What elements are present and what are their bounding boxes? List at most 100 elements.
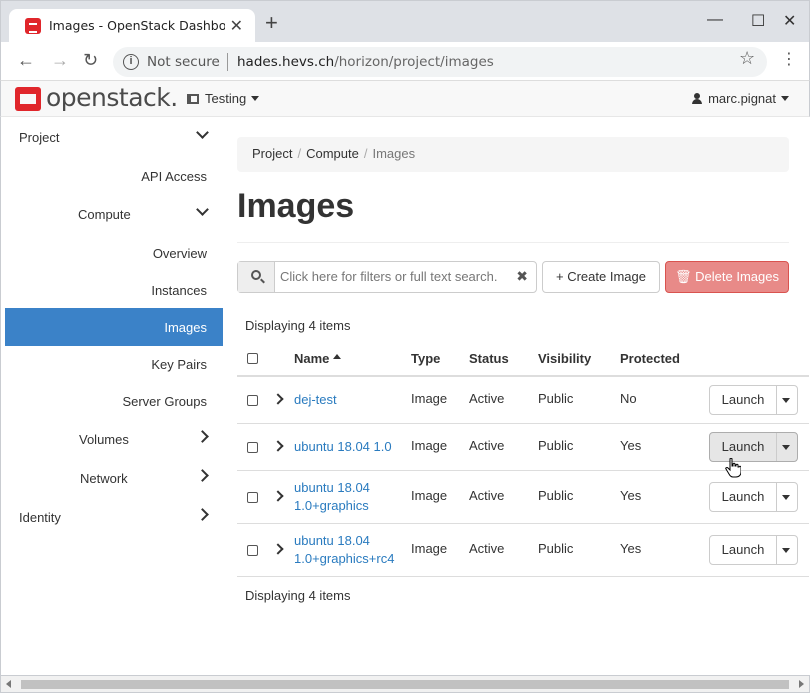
breadcrumb-project[interactable]: Project [252, 146, 292, 161]
caret-down-icon[interactable] [782, 495, 790, 500]
tab-close-icon[interactable]: ✕ [230, 16, 243, 36]
bookmark-star-icon[interactable]: ☆ [739, 48, 755, 69]
image-status: Active [469, 541, 505, 556]
launch-button[interactable]: Launch [710, 536, 777, 564]
item-count: Displaying 4 items [245, 318, 351, 333]
app-header: openstack. Testing marc.pignat [0, 81, 810, 117]
url-host: hades.hevs.ch [237, 54, 335, 70]
sidebar-item-api-access[interactable]: API Access [5, 157, 223, 195]
scroll-right-icon[interactable] [799, 680, 804, 688]
scrollbar-thumb[interactable] [21, 680, 789, 689]
table-row: ubuntu 18.04 1.0 Image Active Public Yes… [237, 424, 809, 471]
maximize-icon[interactable]: ☐ [751, 11, 765, 31]
caret-down-icon[interactable] [782, 548, 790, 553]
image-name-link[interactable]: dej-test [294, 391, 337, 409]
row-checkbox[interactable] [247, 395, 258, 406]
image-type: Image [411, 391, 448, 406]
clear-icon[interactable]: ✖ [516, 268, 528, 285]
search-icon [251, 270, 261, 280]
launch-button[interactable]: Launch [710, 433, 777, 461]
page-title: Images [237, 187, 355, 225]
url-bar[interactable]: i Not secure hades.hevs.ch/horizon/proje… [113, 47, 767, 77]
project-selector[interactable]: Testing [187, 91, 260, 106]
minimize-icon[interactable]: — [707, 11, 723, 29]
sidebar-item-label: Overview [152, 246, 207, 261]
select-all-checkbox[interactable] [247, 353, 258, 364]
search-icon-button[interactable] [238, 262, 275, 292]
sidebar-item-label: Network [80, 471, 128, 486]
user-menu[interactable]: marc.pignat [692, 91, 789, 106]
item-count: Displaying 4 items [245, 588, 351, 603]
launch-button[interactable]: Launch [710, 483, 777, 511]
caret-down-icon[interactable] [782, 398, 790, 403]
expand-row-icon[interactable] [272, 543, 284, 555]
project-name: Testing [205, 91, 247, 106]
row-checkbox[interactable] [247, 545, 258, 556]
sidebar-item-key-pairs[interactable]: Key Pairs [5, 345, 223, 383]
column-header-type[interactable]: Type [411, 351, 440, 366]
caret-down-icon[interactable] [782, 445, 790, 450]
forward-icon[interactable]: → [51, 50, 69, 70]
openstack-logo-text[interactable]: openstack. [46, 83, 178, 112]
chevron-down-icon [196, 203, 209, 216]
launch-button-group: Launch [709, 535, 798, 565]
sidebar-item-overview[interactable]: Overview [5, 234, 223, 272]
breadcrumb-compute[interactable]: Compute [306, 146, 359, 161]
sidebar-item-network[interactable]: Network [5, 459, 223, 497]
sidebar-item-label: Server Groups [122, 394, 207, 409]
sidebar-item-identity[interactable]: Identity [5, 498, 223, 536]
image-type: Image [411, 488, 448, 503]
launch-button-group: Launch [709, 432, 798, 462]
image-type: Image [411, 438, 448, 453]
tab-title: Images - OpenStack Dashboard [49, 18, 225, 33]
url-text: hades.hevs.ch/horizon/project/images [237, 54, 494, 70]
sidebar-item-instances[interactable]: Instances [5, 271, 223, 309]
create-image-button[interactable]: + Create Image [542, 261, 660, 293]
new-tab-button[interactable]: + [265, 12, 278, 34]
sort-ascending-icon [333, 354, 342, 359]
sidebar-item-label: Compute [78, 207, 131, 222]
image-type: Image [411, 541, 448, 556]
image-visibility: Public [538, 541, 574, 556]
user-name: marc.pignat [708, 91, 776, 106]
breadcrumb-separator: / [363, 146, 368, 161]
url-divider [227, 53, 228, 71]
expand-row-icon[interactable] [272, 440, 284, 452]
sidebar: Project API Access Compute Overview Inst… [0, 117, 223, 677]
sidebar-item-server-groups[interactable]: Server Groups [5, 382, 223, 420]
expand-row-icon[interactable] [272, 393, 284, 405]
openstack-logo-icon[interactable] [15, 87, 41, 111]
scroll-left-icon[interactable] [6, 680, 11, 688]
image-visibility: Public [538, 391, 574, 406]
image-visibility: Public [538, 488, 574, 503]
expand-row-icon[interactable] [272, 490, 284, 502]
column-header-visibility[interactable]: Visibility [538, 351, 591, 366]
window-close-icon[interactable]: ✕ [783, 11, 796, 31]
back-icon[interactable]: ← [17, 50, 35, 70]
browser-menu-icon[interactable]: ⋮ [781, 49, 797, 69]
column-header-name[interactable]: Name [294, 351, 342, 366]
column-header-protected[interactable]: Protected [620, 351, 680, 366]
image-name-link[interactable]: ubuntu 18.04 1.0+graphics+rc4 [294, 532, 404, 568]
reload-icon[interactable]: ↻ [83, 50, 98, 70]
info-icon[interactable]: i [123, 54, 139, 70]
row-checkbox[interactable] [247, 492, 258, 503]
sidebar-item-compute[interactable]: Compute [5, 195, 223, 233]
image-name-link[interactable]: ubuntu 18.04 1.0 [294, 438, 392, 456]
image-status: Active [469, 438, 505, 453]
launch-button[interactable]: Launch [710, 386, 777, 414]
sidebar-item-project[interactable]: Project [5, 118, 223, 156]
sidebar-item-volumes[interactable]: Volumes [5, 420, 223, 458]
delete-images-button[interactable]: 🗑 Delete Images [665, 261, 789, 293]
image-protected: Yes [620, 541, 642, 556]
images-table: Name Type Status Visibility Protected de… [237, 342, 809, 577]
horizontal-scrollbar[interactable] [0, 675, 810, 693]
search-input[interactable] [280, 269, 510, 284]
breadcrumb-current: Images [372, 146, 416, 161]
browser-tab[interactable]: Images - OpenStack Dashboard ✕ [9, 9, 255, 43]
sidebar-item-images[interactable]: Images [5, 308, 223, 346]
column-header-status[interactable]: Status [469, 351, 509, 366]
breadcrumb-separator: / [297, 146, 302, 161]
row-checkbox[interactable] [247, 442, 258, 453]
image-name-link[interactable]: ubuntu 18.04 1.0+graphics [294, 479, 404, 515]
